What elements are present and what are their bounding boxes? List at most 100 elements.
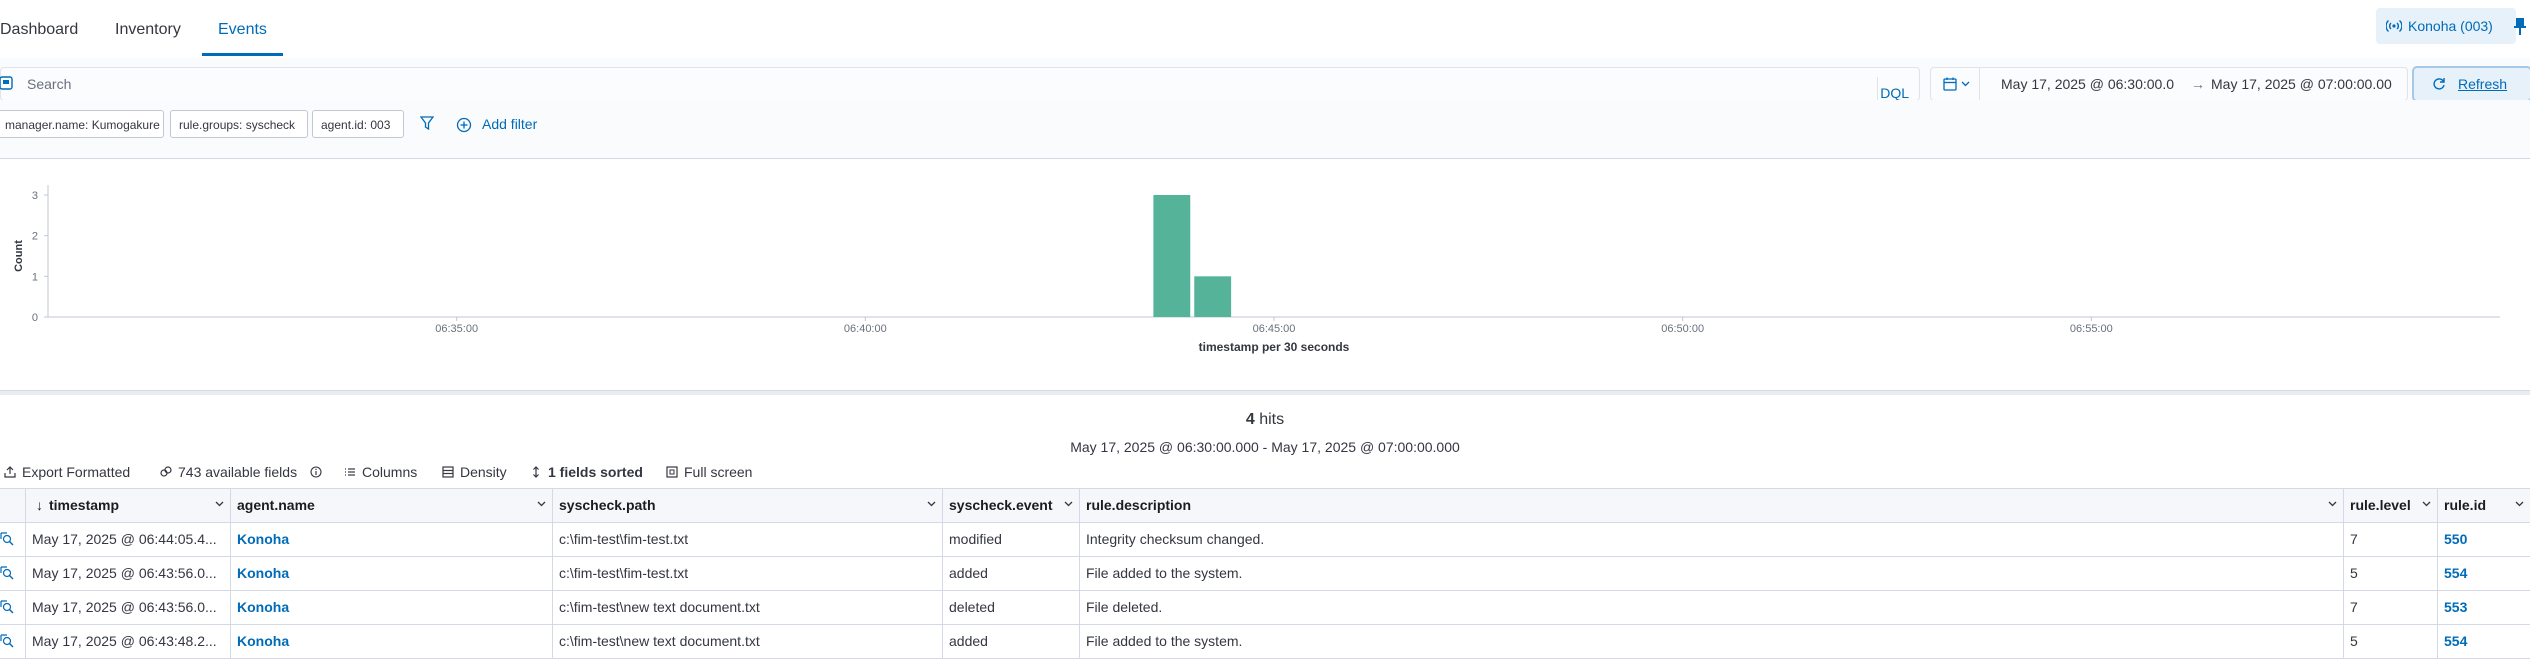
- columns-label: Columns: [362, 464, 418, 480]
- export-icon: [4, 466, 16, 478]
- inspect-cell[interactable]: [0, 522, 26, 556]
- chevron-down-icon: [537, 501, 546, 507]
- cell-rule-id-link[interactable]: 550: [2438, 522, 2530, 556]
- antenna-icon: [2386, 19, 2402, 33]
- date-picker: May 17, 2025 @ 06:30:00.0 → May 17, 2025…: [1930, 67, 2408, 101]
- fields-icon: [160, 466, 172, 477]
- column-header-rule-description[interactable]: rule.description: [1080, 489, 2344, 522]
- filter-bar: manager.name: Kumogakure rule.groups: sy…: [0, 100, 2530, 159]
- column-label: rule.id: [2444, 497, 2487, 513]
- cell-agent-link[interactable]: Konoha: [231, 590, 553, 624]
- tab-inventory[interactable]: Inventory: [115, 0, 181, 56]
- filter-options-icon[interactable]: [420, 116, 434, 130]
- column-header-syscheck-path[interactable]: syscheck.path: [553, 489, 943, 522]
- y-tick-label: 1: [32, 271, 38, 283]
- density-label: Density: [460, 464, 507, 480]
- inspect-icon: [0, 634, 14, 648]
- hits-summary: 4 hits: [0, 411, 2530, 429]
- cell-syscheck-path: c:\fim-test\fim-test.txt: [553, 556, 943, 590]
- sort-label: 1 fields sorted: [548, 464, 643, 480]
- x-tick-label: 06:55:00: [2070, 323, 2113, 335]
- header-control-column: [0, 489, 26, 522]
- pin-icon[interactable]: [2514, 18, 2526, 36]
- table-row: May 17, 2025 @ 06:43:48.2... Konoha c:\f…: [0, 624, 2530, 659]
- fullscreen-icon: [666, 466, 678, 478]
- inspect-icon: [0, 532, 14, 546]
- cell-rule-description: Integrity checksum changed.: [1080, 522, 2344, 556]
- chevron-down-icon: [2515, 501, 2524, 507]
- cell-rule-id-link[interactable]: 554: [2438, 556, 2530, 590]
- chevron-down-icon: [927, 501, 936, 507]
- cell-rule-description: File added to the system.: [1080, 556, 2344, 590]
- agent-selector-button[interactable]: Konoha (003): [2376, 8, 2516, 44]
- saved-query-icon[interactable]: [0, 76, 13, 90]
- y-tick-label: 0: [32, 312, 38, 324]
- table-row: May 17, 2025 @ 06:43:56.0... Konoha c:\f…: [0, 556, 2530, 591]
- column-header-rule-id[interactable]: rule.id: [2438, 489, 2530, 522]
- column-header-syscheck-event[interactable]: syscheck.event: [943, 489, 1080, 522]
- cell-timestamp: May 17, 2025 @ 06:43:56.0...: [26, 556, 231, 590]
- query-bar: DQL May 17, 2025 @ 06:30:00.0 → May 17, …: [0, 58, 2530, 109]
- cell-syscheck-path: c:\fim-test\fim-test.txt: [553, 522, 943, 556]
- search-input[interactable]: [27, 68, 1877, 100]
- inspect-cell[interactable]: [0, 556, 26, 590]
- y-tick-label: 3: [32, 190, 38, 202]
- top-navigation: Dashboard Inventory Events Konoha (003): [0, 0, 2530, 59]
- table-header: ↓ timestamp agent.name syscheck.path sysc…: [0, 488, 2530, 523]
- chevron-down-icon: [2422, 501, 2431, 507]
- inspect-cell[interactable]: [0, 590, 26, 624]
- quick-menu-button[interactable]: [1939, 68, 1980, 100]
- filter-pill-manager-name[interactable]: manager.name: Kumogakure: [0, 110, 164, 138]
- cell-agent-link[interactable]: Konoha: [231, 522, 553, 556]
- search-box: DQL: [0, 67, 1920, 109]
- y-tick-label: 2: [32, 231, 38, 243]
- cell-syscheck-path: c:\fim-test\new text document.txt: [553, 590, 943, 624]
- column-header-timestamp[interactable]: ↓ timestamp: [26, 489, 231, 522]
- cell-agent-link[interactable]: Konoha: [231, 556, 553, 590]
- inspect-icon: [0, 566, 14, 580]
- column-label: rule.description: [1086, 497, 1192, 513]
- column-label: rule.level: [2350, 497, 2411, 513]
- table-row: May 17, 2025 @ 06:44:05.4... Konoha c:\f…: [0, 522, 2530, 557]
- info-icon: [310, 466, 322, 478]
- tab-events[interactable]: Events: [202, 0, 283, 56]
- cell-syscheck-event: added: [943, 556, 1080, 590]
- cell-rule-id-link[interactable]: 553: [2438, 590, 2530, 624]
- filter-pill-rule-groups[interactable]: rule.groups: syscheck: [170, 110, 308, 138]
- column-label: syscheck.path: [559, 497, 656, 513]
- end-date[interactable]: May 17, 2025 @ 07:00:00.00: [2211, 68, 2392, 100]
- column-header-agent-name[interactable]: agent.name: [231, 489, 553, 522]
- plus-circle-icon: [456, 117, 472, 133]
- x-tick-label: 06:35:00: [435, 323, 478, 335]
- histogram-bar: [1194, 276, 1232, 317]
- chevron-down-icon: [2328, 501, 2337, 507]
- calendar-icon: [1943, 77, 1957, 91]
- refresh-button[interactable]: Refresh: [2412, 66, 2530, 102]
- x-axis-title: timestamp per 30 seconds: [1199, 340, 1350, 354]
- grid-toolbar: Export Formatted 743 available fields Co…: [0, 460, 2530, 484]
- refresh-icon: [2433, 78, 2445, 90]
- cell-syscheck-event: modified: [943, 522, 1080, 556]
- column-label: syscheck.event: [949, 497, 1053, 513]
- cell-rule-level: 7: [2344, 522, 2438, 556]
- inspect-icon: [0, 600, 14, 614]
- cell-rule-description: File deleted.: [1080, 590, 2344, 624]
- cell-rule-level: 5: [2344, 556, 2438, 590]
- histogram-bar: [1153, 195, 1191, 317]
- fullscreen-label: Full screen: [684, 464, 753, 480]
- list-icon: [345, 468, 355, 476]
- cell-syscheck-event: deleted: [943, 590, 1080, 624]
- table-row: May 17, 2025 @ 06:43:56.0... Konoha c:\f…: [0, 590, 2530, 625]
- hits-count: 4: [1245, 411, 1255, 428]
- y-axis-title: Count: [13, 240, 25, 272]
- tab-dashboard[interactable]: Dashboard: [0, 0, 78, 56]
- density-icon: [442, 466, 454, 478]
- add-filter-label: Add filter: [482, 116, 538, 132]
- export-label: Export Formatted: [22, 464, 131, 480]
- sort-icon: [533, 466, 539, 478]
- cell-rule-level: 7: [2344, 590, 2438, 624]
- start-date[interactable]: May 17, 2025 @ 06:30:00.0: [2001, 68, 2174, 100]
- filter-pill-agent-id[interactable]: agent.id: 003: [312, 110, 404, 138]
- column-header-rule-level[interactable]: rule.level: [2344, 489, 2438, 522]
- column-label: timestamp: [49, 497, 120, 513]
